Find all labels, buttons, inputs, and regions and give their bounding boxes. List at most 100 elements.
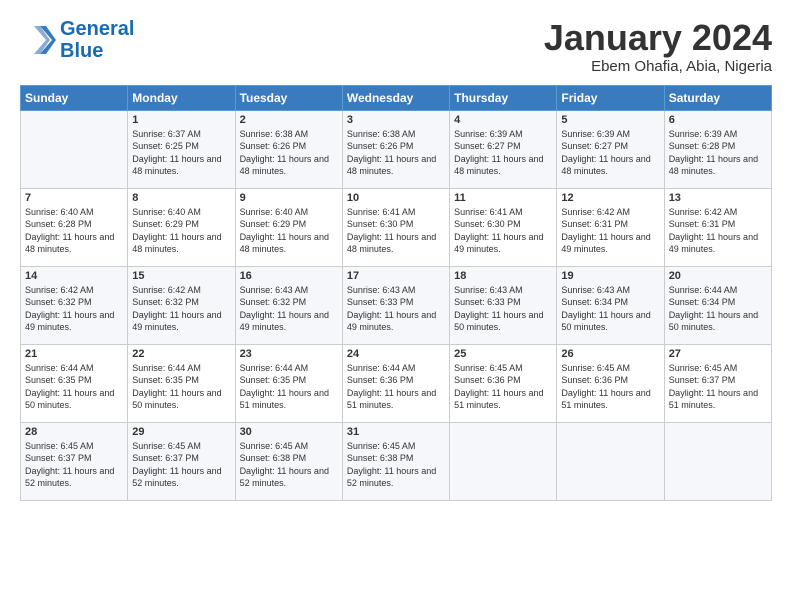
day-number: 27 [669, 348, 767, 360]
day-info: Sunrise: 6:41 AMSunset: 6:30 PMDaylight:… [454, 206, 552, 256]
logo: General Blue [20, 18, 134, 62]
day-info: Sunrise: 6:43 AMSunset: 6:34 PMDaylight:… [561, 284, 659, 334]
day-cell: 14Sunrise: 6:42 AMSunset: 6:32 PMDayligh… [21, 266, 128, 344]
day-cell: 31Sunrise: 6:45 AMSunset: 6:38 PMDayligh… [342, 422, 449, 500]
day-cell: 18 Sunrise: 6:43 AMSunset: 6:33 PMDayligh… [450, 266, 557, 344]
logo-line1: General [60, 18, 134, 40]
day-number: 11 [454, 192, 552, 204]
day-number: 30 [240, 426, 338, 438]
day-info: Sunrise: 6:45 AMSunset: 6:37 PMDaylight:… [132, 440, 230, 490]
day-info: Sunrise: 6:45 AMSunset: 6:37 PMDaylight:… [669, 362, 767, 412]
day-info: Sunrise: 6:43 AMSunset: 6:33 PMDaylight:… [347, 284, 445, 334]
day-number: 22 [132, 348, 230, 360]
week-row-4: 21 Sunrise: 6:44 AMSunset: 6:35 PMDayligh… [21, 344, 772, 422]
col-saturday: Saturday [664, 85, 771, 110]
day-cell: 26 Sunrise: 6:45 AMSunset: 6:36 PMDayligh… [557, 344, 664, 422]
location: Ebem Ohafia, Abia, Nigeria [544, 58, 772, 75]
day-number: 5 [561, 114, 659, 126]
day-number: 2 [240, 114, 338, 126]
day-cell: 8 Sunrise: 6:40 AMSunset: 6:29 PMDaylight… [128, 188, 235, 266]
day-cell: 23 Sunrise: 6:44 AMSunset: 6:35 PMDayligh… [235, 344, 342, 422]
day-cell: 21 Sunrise: 6:44 AMSunset: 6:35 PMDayligh… [21, 344, 128, 422]
day-cell: 27 Sunrise: 6:45 AMSunset: 6:37 PMDayligh… [664, 344, 771, 422]
day-cell: 30 Sunrise: 6:45 AMSunset: 6:38 PMDayligh… [235, 422, 342, 500]
col-sunday: Sunday [21, 85, 128, 110]
day-number: 26 [561, 348, 659, 360]
day-info: Sunrise: 6:41 AMSunset: 6:30 PMDaylight:… [347, 206, 445, 256]
page: General Blue January 2024 Ebem Ohafia, A… [0, 0, 792, 612]
day-number: 31 [347, 426, 445, 438]
day-number: 20 [669, 270, 767, 282]
day-cell: 1 Sunrise: 6:37 AMSunset: 6:25 PMDaylight… [128, 110, 235, 188]
day-number: 3 [347, 114, 445, 126]
day-number: 9 [240, 192, 338, 204]
logo-icon [20, 22, 56, 58]
day-cell: 25 Sunrise: 6:45 AMSunset: 6:36 PMDayligh… [450, 344, 557, 422]
day-cell: 3 Sunrise: 6:38 AMSunset: 6:26 PMDaylight… [342, 110, 449, 188]
day-info: Sunrise: 6:42 AMSunset: 6:31 PMDaylight:… [669, 206, 767, 256]
day-number: 23 [240, 348, 338, 360]
day-cell: 22 Sunrise: 6:44 AMSunset: 6:35 PMDayligh… [128, 344, 235, 422]
day-number: 28 [25, 426, 123, 438]
day-number: 24 [347, 348, 445, 360]
day-info: Sunrise: 6:39 AMSunset: 6:27 PMDaylight:… [454, 128, 552, 178]
title-block: January 2024 Ebem Ohafia, Abia, Nigeria [544, 18, 772, 75]
col-wednesday: Wednesday [342, 85, 449, 110]
week-row-5: 28 Sunrise: 6:45 AMSunset: 6:37 PMDayligh… [21, 422, 772, 500]
day-info: Sunrise: 6:42 AMSunset: 6:32 PMDaylight:… [25, 284, 123, 334]
day-info: Sunrise: 6:44 AMSunset: 6:35 PMDaylight:… [240, 362, 338, 412]
week-row-3: 14Sunrise: 6:42 AMSunset: 6:32 PMDayligh… [21, 266, 772, 344]
day-info: Sunrise: 6:45 AMSunset: 6:36 PMDaylight:… [561, 362, 659, 412]
day-number: 21 [25, 348, 123, 360]
day-info: Sunrise: 6:38 AMSunset: 6:26 PMDaylight:… [347, 128, 445, 178]
day-info: Sunrise: 6:45 AMSunset: 6:38 PMDaylight:… [240, 440, 338, 490]
week-row-1: 1 Sunrise: 6:37 AMSunset: 6:25 PMDaylight… [21, 110, 772, 188]
day-number: 8 [132, 192, 230, 204]
day-cell: 13 Sunrise: 6:42 AMSunset: 6:31 PMDayligh… [664, 188, 771, 266]
col-tuesday: Tuesday [235, 85, 342, 110]
day-number: 13 [669, 192, 767, 204]
day-number: 18 [454, 270, 552, 282]
day-info: Sunrise: 6:40 AMSunset: 6:29 PMDaylight:… [240, 206, 338, 256]
header: General Blue January 2024 Ebem Ohafia, A… [20, 18, 772, 75]
day-info: Sunrise: 6:37 AMSunset: 6:25 PMDaylight:… [132, 128, 230, 178]
day-cell: 2 Sunrise: 6:38 AMSunset: 6:26 PMDaylight… [235, 110, 342, 188]
day-info: Sunrise: 6:44 AMSunset: 6:35 PMDaylight:… [25, 362, 123, 412]
day-info: Sunrise: 6:39 AMSunset: 6:27 PMDaylight:… [561, 128, 659, 178]
day-number: 15 [132, 270, 230, 282]
day-number: 25 [454, 348, 552, 360]
day-number: 7 [25, 192, 123, 204]
day-cell: 15 Sunrise: 6:42 AMSunset: 6:32 PMDayligh… [128, 266, 235, 344]
day-number: 17 [347, 270, 445, 282]
day-cell: 4Sunrise: 6:39 AMSunset: 6:27 PMDaylight… [450, 110, 557, 188]
day-info: Sunrise: 6:40 AMSunset: 6:29 PMDaylight:… [132, 206, 230, 256]
day-cell: 12 Sunrise: 6:42 AMSunset: 6:31 PMDayligh… [557, 188, 664, 266]
day-number: 29 [132, 426, 230, 438]
day-number: 6 [669, 114, 767, 126]
col-thursday: Thursday [450, 85, 557, 110]
day-number: 1 [132, 114, 230, 126]
day-info: Sunrise: 6:44 AMSunset: 6:35 PMDaylight:… [132, 362, 230, 412]
day-cell: 6Sunrise: 6:39 AMSunset: 6:28 PMDaylight… [664, 110, 771, 188]
day-info: Sunrise: 6:45 AMSunset: 6:37 PMDaylight:… [25, 440, 123, 490]
header-row: SundayMondayTuesdayWednesdayThursdayFrid… [21, 85, 772, 110]
col-friday: Friday [557, 85, 664, 110]
day-info: Sunrise: 6:45 AMSunset: 6:36 PMDaylight:… [454, 362, 552, 412]
day-info: Sunrise: 6:42 AMSunset: 6:32 PMDaylight:… [132, 284, 230, 334]
day-number: 12 [561, 192, 659, 204]
day-cell [557, 422, 664, 500]
day-info: Sunrise: 6:44 AMSunset: 6:34 PMDaylight:… [669, 284, 767, 334]
day-cell: 19 Sunrise: 6:43 AMSunset: 6:34 PMDayligh… [557, 266, 664, 344]
day-info: Sunrise: 6:43 AMSunset: 6:33 PMDaylight:… [454, 284, 552, 334]
day-number: 10 [347, 192, 445, 204]
day-cell: 20 Sunrise: 6:44 AMSunset: 6:34 PMDayligh… [664, 266, 771, 344]
logo-text: General Blue [60, 18, 134, 62]
day-cell: 16 Sunrise: 6:43 AMSunset: 6:32 PMDayligh… [235, 266, 342, 344]
day-cell [664, 422, 771, 500]
day-info: Sunrise: 6:38 AMSunset: 6:26 PMDaylight:… [240, 128, 338, 178]
day-info: Sunrise: 6:42 AMSunset: 6:31 PMDaylight:… [561, 206, 659, 256]
day-cell: 9 Sunrise: 6:40 AMSunset: 6:29 PMDaylight… [235, 188, 342, 266]
day-info: Sunrise: 6:43 AMSunset: 6:32 PMDaylight:… [240, 284, 338, 334]
day-number: 19 [561, 270, 659, 282]
day-number: 16 [240, 270, 338, 282]
